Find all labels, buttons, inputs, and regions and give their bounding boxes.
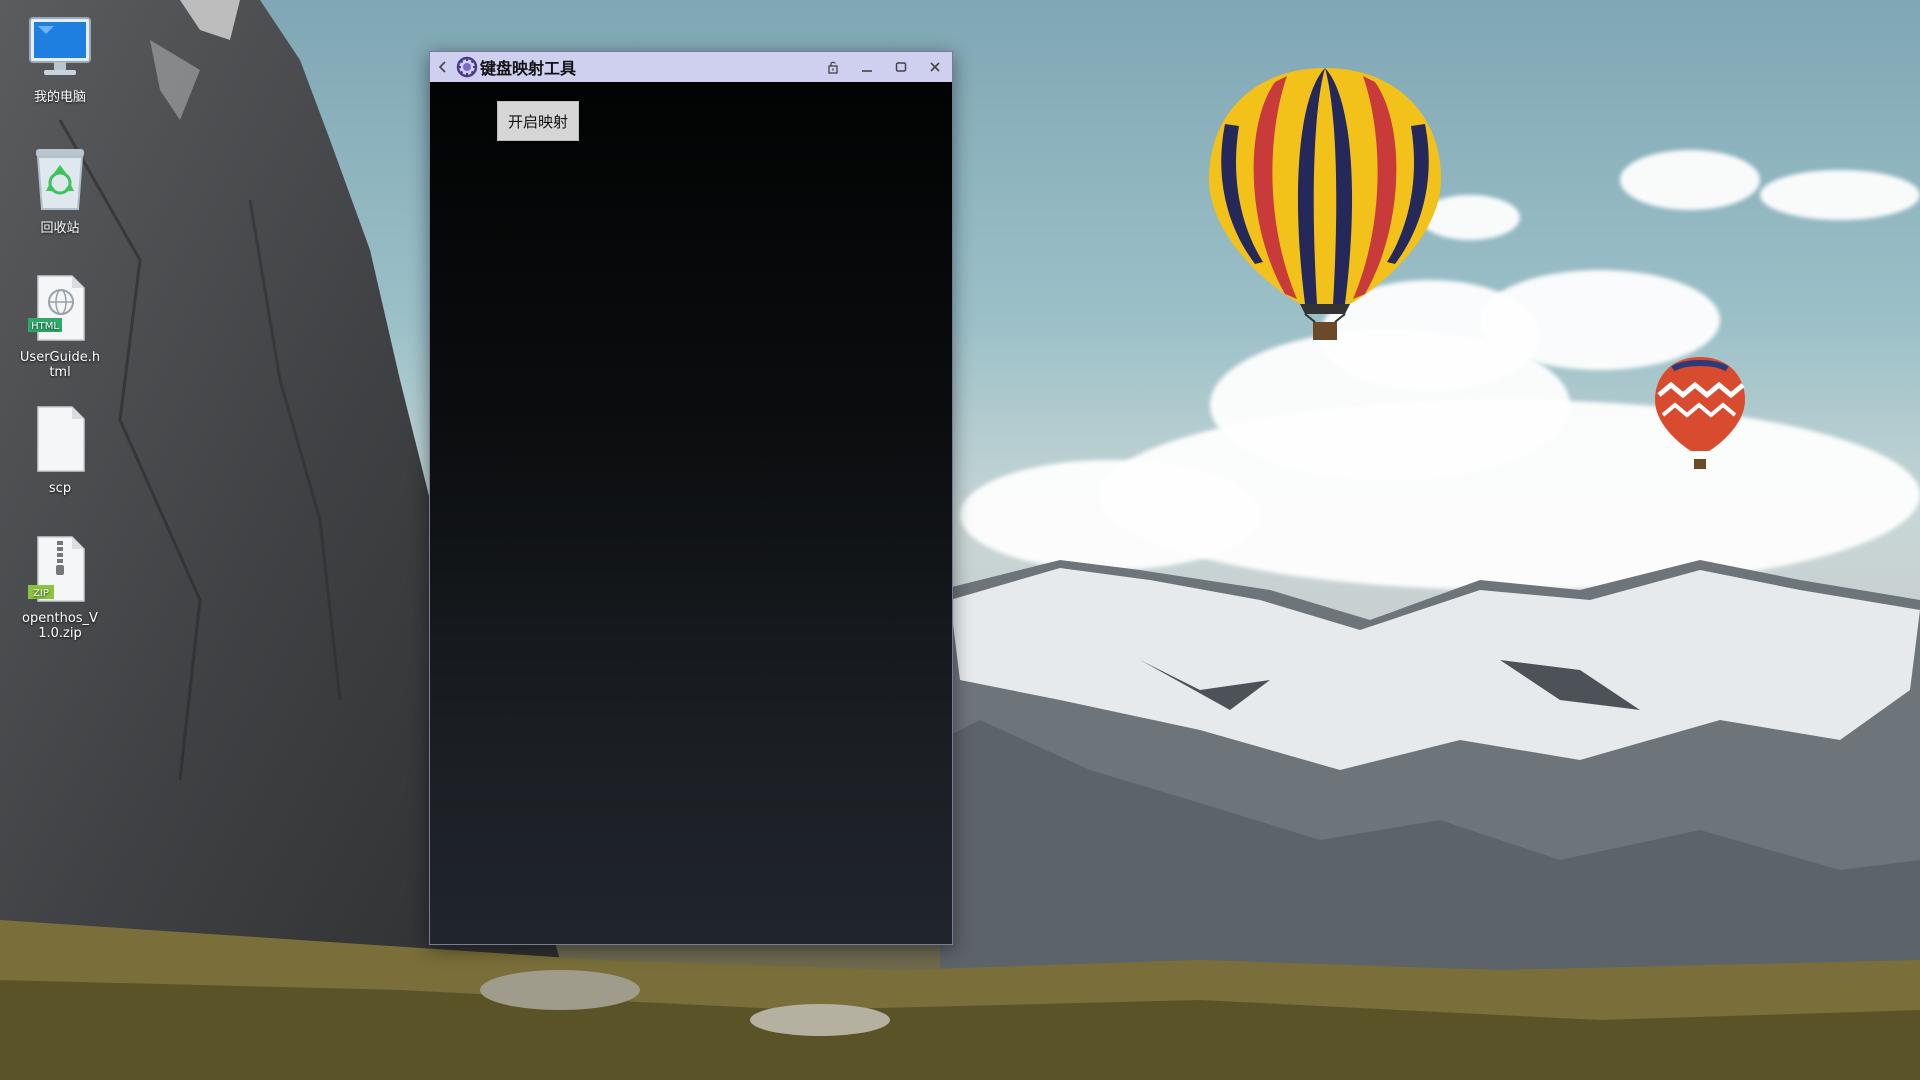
desktop-icon-scp[interactable]: scp <box>14 403 106 496</box>
close-icon <box>930 62 940 72</box>
minimize-icon <box>862 70 872 72</box>
maximize-button[interactable] <box>884 52 918 82</box>
desktop-icon-label: openthos_V1.0.zip <box>22 611 98 641</box>
desktop-icon-recycle-bin[interactable]: 回收站 <box>14 143 106 236</box>
desktop[interactable]: 我的电脑 回收站 HTML UserGuide.html scp ZIP ope… <box>0 0 1920 1080</box>
wallpaper-ground <box>0 920 1920 1080</box>
app-window-keyboard-mapping[interactable]: 键盘映射工具 开启映射 <box>429 51 953 945</box>
back-icon <box>438 61 446 73</box>
maximize-icon <box>895 62 907 72</box>
start-mapping-button[interactable]: 开启映射 <box>497 101 579 141</box>
window-title: 键盘映射工具 <box>480 59 577 78</box>
rotate-lock-button[interactable] <box>816 52 850 82</box>
app-logo-icon <box>456 56 478 78</box>
blank-file-icon <box>24 403 96 475</box>
lock-rotate-icon <box>828 61 838 74</box>
cloud <box>1760 170 1920 220</box>
computer-monitor-icon <box>24 12 96 84</box>
file-badge: HTML <box>31 321 59 332</box>
minimize-button[interactable] <box>850 52 884 82</box>
cloud <box>1620 150 1760 210</box>
desktop-icon-label: 我的电脑 <box>33 90 86 105</box>
desktop-icon-label: 回收站 <box>40 221 80 236</box>
desktop-icon-my-computer[interactable]: 我的电脑 <box>14 12 106 105</box>
hot-air-balloon <box>1209 68 1441 340</box>
desktop-icon-userguide[interactable]: HTML UserGuide.html <box>14 272 106 380</box>
file-badge: ZIP <box>33 588 49 599</box>
recycle-bin-icon <box>24 143 96 215</box>
close-button[interactable] <box>918 52 952 82</box>
window-titlebar[interactable]: 键盘映射工具 <box>430 52 952 82</box>
desktop-icon-label: UserGuide.html <box>19 350 101 380</box>
html-file-icon: HTML <box>24 272 96 344</box>
window-content: 开启映射 <box>430 82 952 944</box>
zip-file-icon: ZIP <box>24 533 96 605</box>
desktop-icon-openthos-zip[interactable]: ZIP openthos_V1.0.zip <box>14 533 106 641</box>
desktop-icon-label: scp <box>48 481 72 496</box>
back-button[interactable] <box>430 52 456 82</box>
hot-air-balloon <box>1655 357 1745 469</box>
